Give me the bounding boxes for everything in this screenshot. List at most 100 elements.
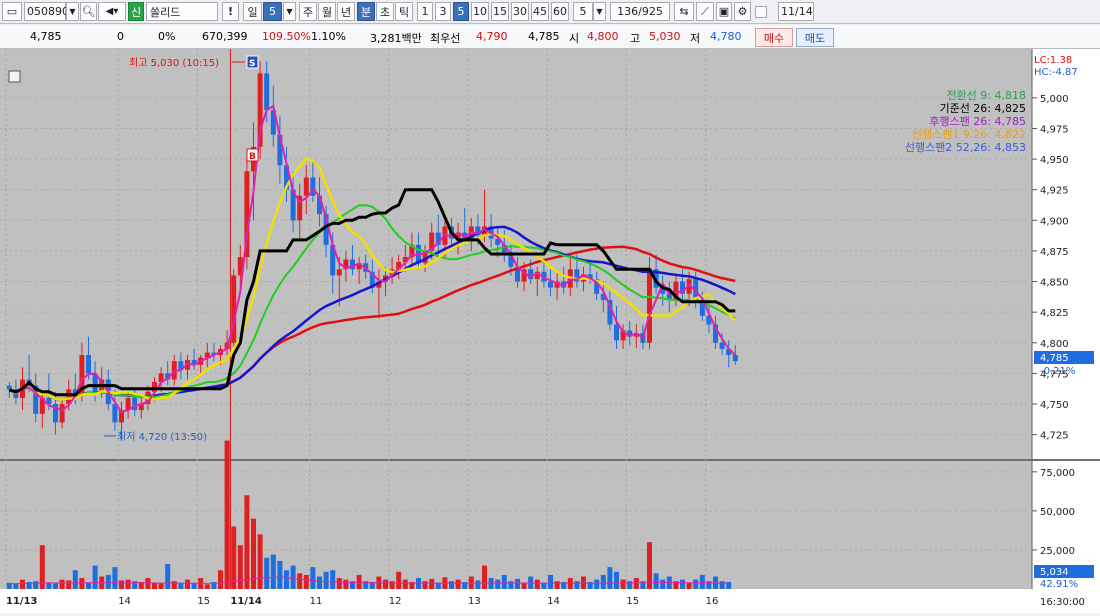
minute-5[interactable]: 5 [453,2,469,21]
volume-bar [693,579,699,589]
volume-bar [534,579,540,589]
tab-year[interactable]: 년 [337,2,355,21]
volume-bar [224,440,230,589]
time-axis-right: 16:30:00 [1040,597,1085,608]
candle-body [350,259,355,270]
date-label: 11/14 [230,596,262,607]
volume-bar [152,582,157,589]
lc-label: LC:1.38 [1034,55,1072,66]
layout-icon[interactable]: ▭ [2,2,22,21]
count-input[interactable]: 5 [573,2,593,21]
minute-15[interactable]: 15 [491,2,509,21]
price-tick-label: 4,975 [1040,124,1069,135]
volume-bar [508,581,514,589]
svg-text:B: B [249,152,256,162]
minute-45[interactable]: 45 [531,2,549,21]
candle-body [548,281,553,288]
volume-bar [119,580,124,589]
date-label: 14 [118,596,131,607]
volume-bar [600,574,606,589]
price-chart[interactable]: 최고 5,030 (10:15) S B 최저 4,720 (13:50) LC… [0,49,1100,613]
minute-30[interactable]: 30 [511,2,529,21]
volume-bar [303,574,309,589]
volume-bar [218,570,223,589]
legend-entry: 선행스팬2 52,26: 4,853 [905,141,1026,154]
stock-name-field[interactable]: 쏠리드 [146,2,218,21]
volume-bar [647,542,652,589]
volume-bar [501,574,507,589]
volume-bar [158,583,164,589]
price-tick-label: 4,825 [1040,308,1069,319]
minute-60[interactable]: 60 [551,2,569,21]
candle-body [86,355,91,374]
range-value: 136 [617,5,639,18]
volume-bar [13,583,19,589]
svg-text:S: S [249,59,255,69]
buy-button[interactable]: 매수 [755,28,793,47]
chart-options-icon[interactable] [8,70,21,83]
volume-panel-bg [0,461,1032,589]
volume-bar [204,584,210,589]
volume-bar [59,579,65,589]
period-label[interactable]: 일 [243,2,262,21]
volume-bar [719,581,725,589]
volume-bar [488,578,494,589]
tab-tick[interactable]: 틱 [395,2,413,21]
price-tick-label: 4,850 [1040,278,1069,289]
volume-bar [72,570,78,589]
sell-button[interactable]: 매도 [796,28,834,47]
volume-bar [482,565,487,589]
volume-bar [46,582,52,589]
tab-minute[interactable]: 분 [357,2,375,21]
open-price: 4,800 [587,30,619,43]
search-icon[interactable]: 🔍︎ [80,2,97,21]
count-dropdown-icon[interactable]: ▼ [593,2,606,21]
tab-month[interactable]: 월 [318,2,336,21]
compare-icon[interactable]: ⇆ [674,2,694,21]
quote-change-pct: 0% [158,30,176,43]
candle-body [264,73,270,111]
range-display[interactable]: 136/925 [610,2,670,21]
code-dropdown-icon[interactable]: ▼ [66,2,79,21]
warning-button[interactable]: ! [222,2,239,21]
period-dropdown-icon[interactable]: ▼ [283,2,296,21]
low-label: 저 [690,32,701,45]
open-label: 시 [569,32,580,45]
legend-entry: 전환선 9: 4,818 [946,89,1026,102]
volume-bar [594,579,600,589]
volume-bar [435,582,441,589]
volume-bar [548,574,553,589]
volume-bar [165,564,171,589]
volume-bar [455,579,461,589]
volume-bar [185,579,190,589]
period-value[interactable]: 5 [263,2,282,21]
save-icon[interactable]: ▣ [716,2,732,21]
volume-bar [686,582,692,589]
minute-10[interactable]: 10 [471,2,489,21]
date-checkbox[interactable] [755,6,767,18]
minute-3[interactable]: 3 [435,2,451,21]
volume-bar [92,565,98,589]
tab-week[interactable]: 주 [299,2,317,21]
quote-amount: 3,281백만 [370,32,422,45]
quote-volume-ratio: 109.50% [262,30,311,43]
volume-bar [389,581,395,589]
date-label: 13 [468,596,481,607]
volume-bar [554,581,560,589]
volume-bar [290,565,296,589]
tab-second[interactable]: 초 [376,2,394,21]
volume-bar [699,574,705,589]
minute-1[interactable]: 1 [417,2,433,21]
date-field[interactable]: 11/14 [778,2,814,21]
candle-body [6,385,12,390]
volume-bar [125,579,131,589]
stock-code-input[interactable]: 050890 [24,2,69,21]
volume-dropdown-icon[interactable]: ◀▾ [98,2,126,21]
settings-gear-icon[interactable]: ⚙ [734,2,751,21]
current-pct-label: -0.21% [1040,366,1075,377]
volume-bar [541,582,547,589]
price-tick-label: 4,900 [1040,216,1069,227]
draw-icon[interactable]: ⟋ [696,2,714,21]
best-bid: 4,785 [528,30,560,43]
range-total: /925 [638,5,663,18]
